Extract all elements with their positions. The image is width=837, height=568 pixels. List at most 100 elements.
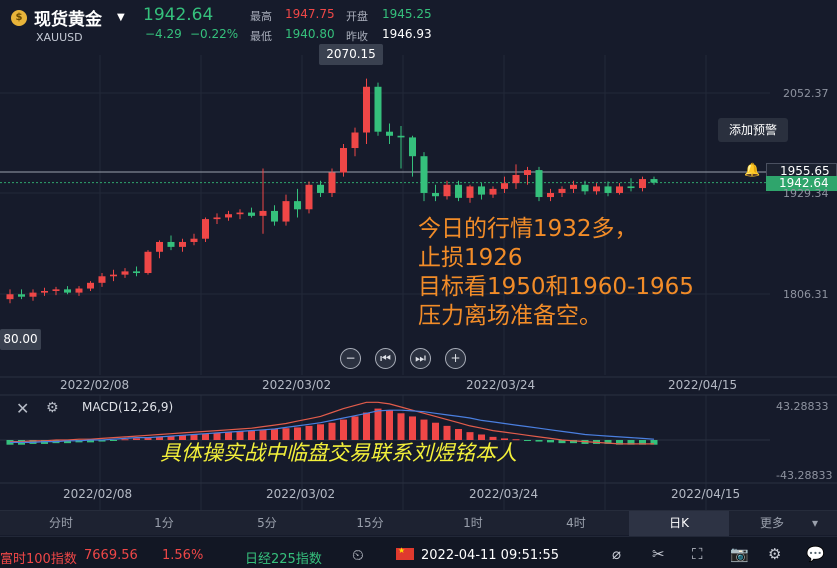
tab-timeframe-daily[interactable]: 日K xyxy=(629,511,729,536)
tools-icon[interactable]: ✂ xyxy=(652,545,665,563)
macd-annotation: 具体操实战中临盘交易联系刘煜铭本人 xyxy=(160,441,517,465)
candle xyxy=(386,131,393,136)
high-value: 1947.75 xyxy=(285,7,335,21)
signal-off-icon[interactable]: ⌀ xyxy=(612,545,621,563)
candle xyxy=(167,241,175,247)
scroll-start-button[interactable]: ⏮ xyxy=(375,348,396,369)
candle xyxy=(558,188,566,193)
chevron-down-icon[interactable]: ▼ xyxy=(117,12,125,23)
macd-histogram-bar xyxy=(524,440,531,441)
annotation-line: 今日的行情1932多， xyxy=(418,216,638,242)
candle xyxy=(478,186,485,195)
candle xyxy=(98,276,106,283)
macd-histogram-bar xyxy=(363,412,370,440)
x-axis-label: 2022/02/08 xyxy=(60,378,130,392)
macd-histogram-bar xyxy=(374,408,382,440)
tab-timeframe-more[interactable]: 更多 xyxy=(732,511,812,536)
candle xyxy=(409,137,416,157)
annotation-line: 目标看1950和1960-1965 xyxy=(418,274,694,300)
macd-title: MACD(12,26,9) xyxy=(82,400,174,414)
tab-timeframe-4h[interactable]: 4时 xyxy=(526,511,626,536)
left-price-tooltip: 80.00 xyxy=(0,329,41,350)
timeframe-bar: 分时 1分 5分 15分 1时 4时 日K 更多 ▾ xyxy=(0,510,837,536)
tab-timeframe-1h[interactable]: 1时 xyxy=(423,511,523,536)
zoom-in-button[interactable]: + xyxy=(445,348,466,369)
gear-icon[interactable]: ⚙ xyxy=(46,400,59,416)
tab-timeframe-intraday[interactable]: 分时 xyxy=(11,511,111,536)
candle xyxy=(190,238,198,242)
last-price: 1942.64 xyxy=(143,5,214,25)
y-axis-label: 2052.37 xyxy=(783,87,829,100)
candle xyxy=(443,184,451,197)
chart-app: $ 现货黄金 ▼ XAUUSD 1942.64 −4.29 −0.22% 最高 … xyxy=(0,0,837,568)
candle xyxy=(225,214,232,218)
close-icon[interactable]: ✕ xyxy=(16,399,29,418)
candle xyxy=(328,172,336,193)
candle xyxy=(248,212,255,216)
candle xyxy=(294,201,301,210)
annotation-line: 止损1926 xyxy=(418,245,523,271)
candle xyxy=(317,184,324,193)
candle xyxy=(156,241,163,252)
candle xyxy=(524,170,531,175)
clock-icon: ⏲ xyxy=(352,546,364,564)
candle xyxy=(213,217,221,220)
add-alert-button[interactable]: 添加预警 xyxy=(718,118,788,142)
macd-histogram-bar xyxy=(121,439,129,441)
x-axis-label: 2022/03/24 xyxy=(469,487,539,501)
camera-icon[interactable]: 📷 xyxy=(730,545,749,563)
x-axis-label: 2022/03/24 xyxy=(466,378,536,392)
candle xyxy=(202,219,209,239)
candle xyxy=(259,210,267,216)
candle xyxy=(639,179,646,189)
candle xyxy=(64,289,71,293)
macd-histogram-bar xyxy=(133,438,140,440)
x-axis-label: 2022/03/02 xyxy=(266,487,336,501)
scroll-end-button[interactable]: ⏭ xyxy=(410,348,431,369)
y-axis-label: 1806.31 xyxy=(783,288,829,301)
index1-name[interactable]: 富时100指数 xyxy=(0,548,78,567)
index2-name[interactable]: 日经225指数 xyxy=(245,548,322,567)
candle xyxy=(29,292,37,297)
zoom-out-button[interactable]: − xyxy=(340,348,361,369)
candle xyxy=(363,86,370,133)
quote-header: $ 现货黄金 ▼ XAUUSD 1942.64 −4.29 −0.22% 最高 … xyxy=(0,0,837,50)
tab-timeframe-15m[interactable]: 15分 xyxy=(320,511,420,536)
bell-icon[interactable]: 🔔 xyxy=(744,163,760,178)
macd-histogram-bar xyxy=(110,440,117,441)
candle xyxy=(179,241,186,247)
macd-y-bottom: -43.28833 xyxy=(776,469,833,482)
instrument-name[interactable]: 现货黄金 xyxy=(34,5,102,30)
candle xyxy=(374,86,382,132)
open-label: 开盘 xyxy=(346,10,368,23)
candle xyxy=(512,174,520,184)
price-change: −4.29 xyxy=(145,27,182,41)
chat-icon[interactable]: 💬 xyxy=(806,545,825,563)
x-axis-label: 2022/04/15 xyxy=(668,378,738,392)
index1-value: 7669.56 xyxy=(84,548,138,563)
fullscreen-icon[interactable]: ⛶ xyxy=(692,545,703,563)
tab-timeframe-5m[interactable]: 5分 xyxy=(217,511,317,536)
candle xyxy=(282,201,290,222)
candle xyxy=(581,184,589,192)
settings-icon[interactable]: ⚙ xyxy=(768,545,781,563)
prev-close-value: 1946.93 xyxy=(382,27,432,41)
price-change-pct: −0.22% xyxy=(190,27,239,41)
candle xyxy=(121,271,129,275)
annotation-line: 压力离场准备空。 xyxy=(418,303,602,329)
china-flag-icon: ★ xyxy=(396,546,414,560)
candle xyxy=(501,183,508,189)
candle xyxy=(489,188,497,195)
candle xyxy=(87,282,94,289)
x-axis-label: 2022/04/15 xyxy=(671,487,741,501)
candle xyxy=(570,184,577,189)
macd-histogram-bar xyxy=(547,440,554,443)
candle xyxy=(75,288,83,293)
chevron-down-icon[interactable]: ▾ xyxy=(805,511,825,536)
macd-y-top: 43.28833 xyxy=(776,400,829,413)
tab-timeframe-1m[interactable]: 1分 xyxy=(114,511,214,536)
candle xyxy=(455,184,462,198)
candle xyxy=(432,192,439,197)
candle xyxy=(593,186,600,192)
prev-close-label: 昨收 xyxy=(346,30,368,43)
